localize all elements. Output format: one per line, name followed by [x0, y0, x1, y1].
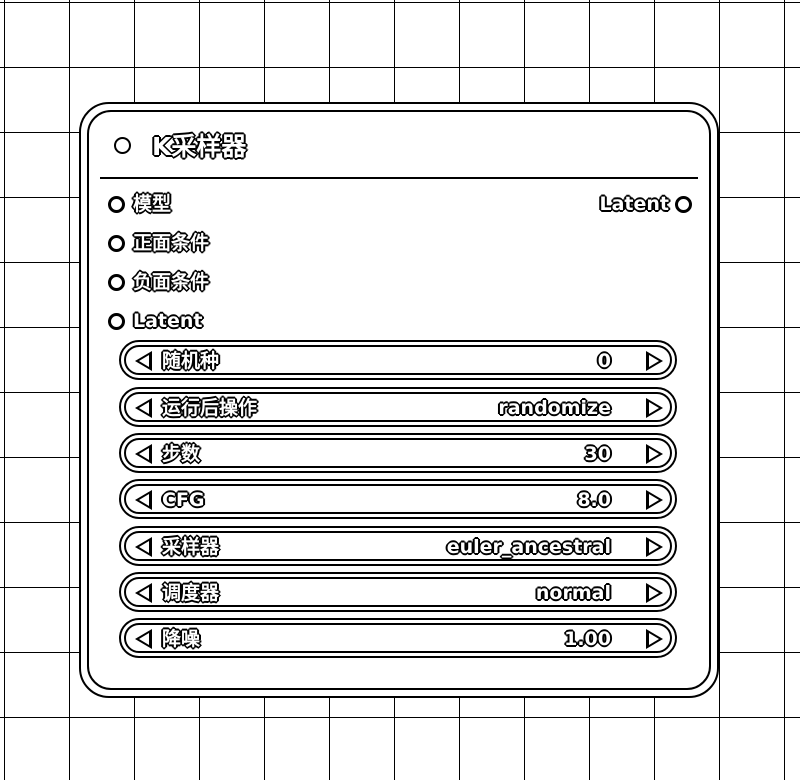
decrement-arrow-icon[interactable]	[135, 351, 152, 371]
increment-arrow-icon[interactable]	[646, 398, 663, 418]
widget-label: 采样器	[162, 536, 220, 558]
input-slot-icon[interactable]	[108, 234, 125, 252]
widget-label: 随机种	[162, 350, 220, 372]
decrement-arrow-icon[interactable]	[135, 629, 152, 649]
input-slot-icon[interactable]	[108, 312, 125, 330]
widget-label: 步数	[162, 443, 201, 465]
increment-arrow-icon[interactable]	[646, 583, 663, 603]
decrement-arrow-icon[interactable]	[135, 583, 152, 603]
output-slot-icon[interactable]	[675, 195, 692, 213]
widget-value[interactable]: normal	[536, 580, 611, 606]
widget-label: 运行后操作	[162, 397, 258, 419]
widget-seed[interactable]: 随机种 0	[119, 340, 677, 380]
widget-cfg[interactable]: CFG 8.0	[119, 479, 677, 519]
widget-value[interactable]: 30	[585, 441, 611, 467]
widget-sampler[interactable]: 采样器 euler_ancestral	[119, 526, 677, 566]
widget-scheduler[interactable]: 调度器 normal	[119, 572, 677, 612]
increment-arrow-icon[interactable]	[646, 490, 663, 510]
widget-denoise[interactable]: 降噪 1.00	[119, 618, 677, 658]
input-slot-latent[interactable]: Latent	[108, 308, 203, 334]
node-title: K采样器	[152, 132, 247, 161]
widget-value[interactable]: randomize	[498, 395, 611, 421]
input-slot-icon[interactable]	[108, 273, 125, 291]
widget-label: 降噪	[162, 628, 201, 650]
widget-steps[interactable]: 步数 30	[119, 433, 677, 473]
input-slot-model[interactable]: 模型	[108, 191, 171, 217]
output-slot-label: Latent	[599, 193, 669, 215]
increment-arrow-icon[interactable]	[646, 444, 663, 464]
node-collapse-icon[interactable]	[114, 137, 131, 154]
widget-label: CFG	[162, 489, 205, 511]
input-slot-label: 正面条件	[133, 232, 210, 254]
input-slot-label: 负面条件	[133, 271, 210, 293]
input-slot-negative[interactable]: 负面条件	[108, 269, 209, 295]
widget-label: 调度器	[162, 582, 220, 604]
increment-arrow-icon[interactable]	[646, 629, 663, 649]
widget-control-after-generate[interactable]: 运行后操作 randomize	[119, 387, 677, 427]
increment-arrow-icon[interactable]	[646, 537, 663, 557]
decrement-arrow-icon[interactable]	[135, 444, 152, 464]
decrement-arrow-icon[interactable]	[135, 537, 152, 557]
input-slot-label: 模型	[133, 193, 172, 215]
widget-value[interactable]: 0	[598, 348, 611, 374]
increment-arrow-icon[interactable]	[646, 351, 663, 371]
input-slot-icon[interactable]	[108, 195, 125, 213]
widget-value[interactable]: euler_ancestral	[447, 534, 611, 560]
widget-value[interactable]: 1.00	[564, 626, 611, 652]
output-slot-latent[interactable]: Latent	[599, 191, 692, 217]
input-slot-label: Latent	[133, 310, 203, 332]
decrement-arrow-icon[interactable]	[135, 398, 152, 418]
decrement-arrow-icon[interactable]	[135, 490, 152, 510]
widget-value[interactable]: 8.0	[577, 487, 611, 513]
input-slot-positive[interactable]: 正面条件	[108, 230, 209, 256]
title-divider	[100, 177, 698, 179]
